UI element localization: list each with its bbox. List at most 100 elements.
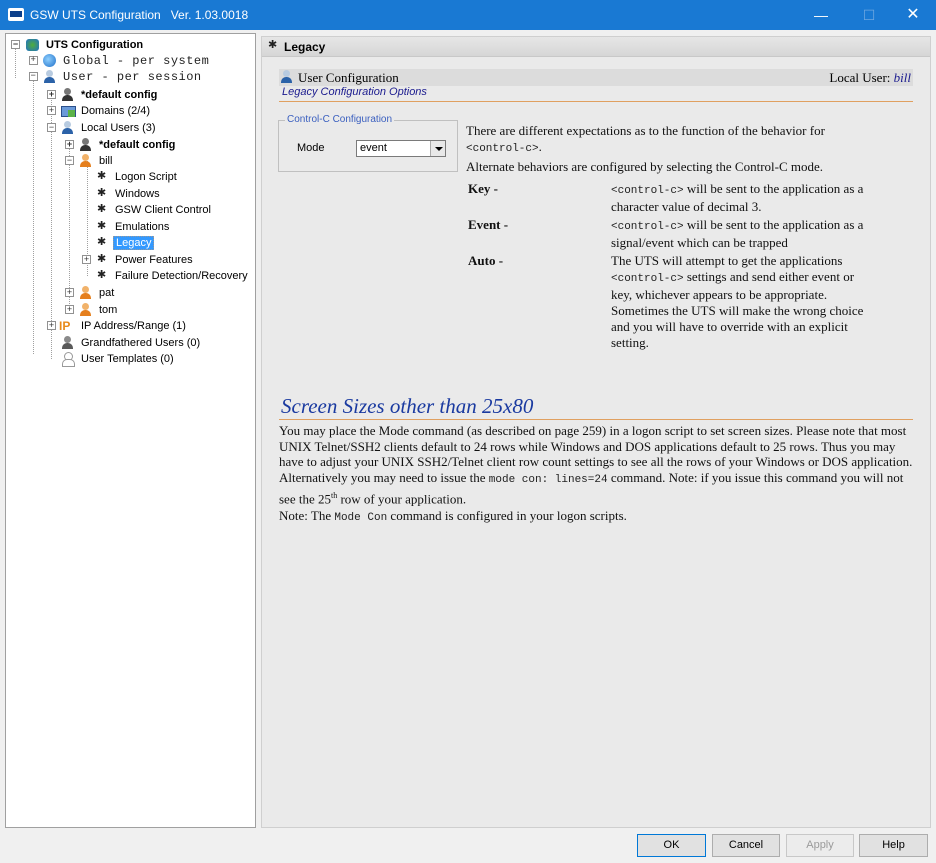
tree-item-label: Emulations	[115, 221, 170, 233]
expand-icon[interactable]: +	[47, 106, 56, 115]
tree-item-grandfathered[interactable]: Grandfathered Users (0)	[60, 335, 202, 351]
config-tree[interactable]: − UTS Configuration + Global - per syste…	[5, 33, 256, 828]
tree-item-local-default-config[interactable]: + *default config	[65, 137, 177, 153]
intro-text: There are different expectations as to t…	[466, 123, 825, 138]
tree-item-label: *default config	[99, 139, 176, 151]
user-icon	[78, 286, 94, 300]
tree-item-label: Windows	[115, 188, 160, 200]
auto-def-5: and you will have to override with an ex…	[611, 319, 848, 334]
tree-guide	[33, 76, 34, 354]
collapse-icon[interactable]: −	[29, 72, 38, 81]
collapse-icon[interactable]: −	[65, 156, 74, 165]
collapse-icon[interactable]: −	[11, 40, 20, 49]
intro-line-2: <control-c>.	[466, 139, 906, 157]
user-icon	[78, 154, 94, 168]
expand-icon[interactable]: +	[82, 255, 91, 264]
key-term: Key -	[468, 181, 498, 196]
tree-item-bill[interactable]: − bill	[65, 153, 114, 169]
screen-sizes-heading: Screen Sizes other than 25x80	[281, 394, 534, 418]
expand-icon[interactable]: +	[29, 56, 38, 65]
minimize-button[interactable]: —	[798, 0, 844, 30]
tree-item-domains[interactable]: + Domains (2/4)	[47, 103, 152, 119]
expand-icon[interactable]: +	[65, 288, 74, 297]
users-icon	[42, 69, 58, 84]
ok-button[interactable]: OK	[637, 834, 706, 857]
key-def-a: will be sent to the application as a	[683, 181, 864, 196]
tree-item-user-templates[interactable]: User Templates (0)	[60, 351, 176, 368]
control-c-group: Control-C Configuration Mode event	[278, 114, 458, 172]
tree-item-default-config[interactable]: + *default config	[47, 87, 159, 103]
close-button[interactable]: ✕	[890, 0, 936, 30]
mode-select[interactable]: event	[356, 140, 446, 157]
gear-icon	[94, 267, 110, 283]
note-1: Note: The	[279, 508, 335, 523]
tree-item-emulations[interactable]: Emulations	[94, 218, 171, 235]
auto-code: <control-c>	[611, 273, 684, 285]
collapse-icon[interactable]: −	[47, 123, 56, 132]
tree-item-windows[interactable]: Windows	[94, 185, 162, 202]
user-icon	[78, 303, 94, 317]
tree-item-local-users[interactable]: − Local Users (3)	[47, 120, 158, 136]
auto-def-2: settings and send either event or	[683, 269, 855, 284]
tree-item-label: *default config	[81, 89, 158, 101]
tree-item-power-features[interactable]: + Power Features	[82, 251, 195, 268]
tree-item-failure-detection[interactable]: Failure Detection/Recovery	[94, 267, 250, 284]
version-text: Ver. 1.03.0018	[170, 8, 249, 22]
auto-def-3: key, whichever appears to be appropriate…	[611, 287, 828, 302]
tree-item-legacy[interactable]: Legacy	[94, 234, 155, 251]
gear-icon	[94, 201, 110, 217]
expand-icon[interactable]: +	[65, 305, 74, 314]
tree-root[interactable]: − UTS Configuration	[11, 37, 145, 53]
settings-panel: Legacy User Configuration Local User: bi…	[261, 36, 931, 828]
expand-icon[interactable]: +	[47, 321, 56, 330]
domains-icon	[60, 104, 76, 118]
heading-divider	[279, 419, 913, 420]
local-user-label: Local User:	[829, 70, 891, 85]
help-button[interactable]: Help	[859, 834, 928, 857]
cancel-button[interactable]: Cancel	[712, 834, 780, 857]
local-user-indicator: Local User: bill	[829, 70, 911, 86]
tree-item-tom[interactable]: + tom	[65, 302, 119, 318]
screen-sizes-body: You may place the Mode command (as descr…	[279, 423, 915, 507]
intro-line-1: There are different expectations as to t…	[466, 123, 906, 139]
screen-body-3: row of your application.	[337, 491, 467, 507]
group-label: Control-C Configuration	[285, 114, 395, 125]
tree-item-label: pat	[99, 287, 115, 299]
tree-item-pat[interactable]: + pat	[65, 285, 116, 301]
event-term: Event -	[468, 217, 509, 232]
auto-def-4: Sometimes the UTS will make the wrong ch…	[611, 303, 864, 318]
intro-dot: .	[538, 139, 542, 154]
event-def-b: signal/event which can be trapped	[611, 235, 788, 250]
tree-item-label: Global - per system	[63, 54, 210, 68]
auto-term: Auto -	[468, 253, 504, 268]
auto-def-1: The UTS will attempt to get the applicat…	[611, 253, 843, 268]
maximize-button[interactable]: ☐	[846, 0, 892, 30]
window-title: GSW UTS Configuration Ver. 1.03.0018	[30, 8, 248, 22]
description: There are different expectations as to t…	[466, 123, 906, 175]
app-icon	[8, 8, 24, 21]
user-icon	[279, 70, 295, 84]
event-definition: <control-c> will be sent to the applicat…	[611, 217, 911, 251]
tree-item-global[interactable]: + Global - per system	[29, 53, 211, 69]
tree-item-user[interactable]: − User - per session	[29, 69, 204, 85]
tree-item-label: Domains (2/4)	[81, 105, 151, 117]
tree-item-gsw-client-control[interactable]: GSW Client Control	[94, 201, 213, 218]
gear-icon	[94, 234, 110, 250]
panel-header: Legacy	[262, 37, 930, 57]
tree-item-ip-range[interactable]: + IP Address/Range (1)	[47, 318, 188, 334]
expand-icon[interactable]: +	[47, 90, 56, 99]
key-definition: <control-c> will be sent to the applicat…	[611, 181, 911, 215]
user-config-bar: User Configuration Local User: bill	[279, 69, 913, 86]
tree-item-label: User Templates (0)	[81, 353, 174, 365]
template-user-icon	[60, 352, 76, 368]
tree-item-label: User - per session	[63, 70, 202, 84]
expand-icon[interactable]: +	[65, 140, 74, 149]
chevron-down-icon[interactable]	[430, 141, 445, 156]
globe-icon	[42, 53, 58, 68]
section-title: User Configuration	[298, 70, 399, 85]
tree-item-logon-script[interactable]: Logon Script	[94, 168, 179, 185]
title-bar: GSW UTS Configuration Ver. 1.03.0018 — ☐ …	[0, 0, 936, 30]
gear-icon	[94, 168, 110, 184]
section-divider	[279, 101, 913, 102]
apply-button[interactable]: Apply	[786, 834, 854, 857]
